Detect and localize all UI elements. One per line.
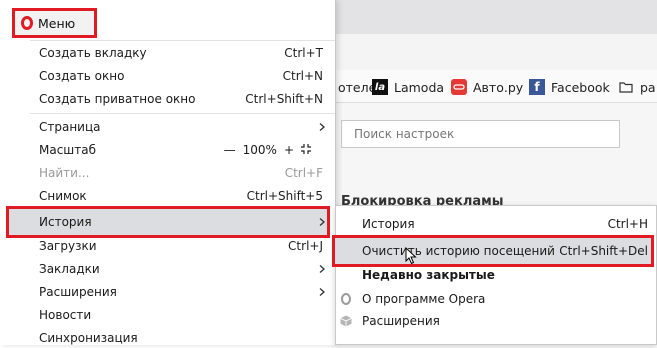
menu-item-shortcut: Ctrl+Shift+N bbox=[245, 92, 323, 106]
menu-item-label: Создать окно bbox=[39, 69, 125, 83]
zoom-control: — 100% + bbox=[224, 143, 311, 157]
submenu-heading-recently-closed: Недавно закрытые bbox=[362, 265, 648, 285]
history-submenu: История Ctrl+H Очистить историю посещени… bbox=[332, 205, 657, 345]
menu-item-zoom: Масштаб — 100% + bbox=[39, 140, 323, 160]
menu-item-shortcut: Ctrl+J bbox=[288, 239, 323, 253]
menu-divider bbox=[30, 113, 335, 114]
menu-item-bookmarks[interactable]: Закладки bbox=[39, 259, 323, 279]
menu-item-page[interactable]: Страница bbox=[39, 117, 323, 137]
menu-item-label: Загрузки bbox=[39, 239, 97, 253]
menu-item-label: Масштаб bbox=[39, 143, 97, 157]
bookmark-label: Авто.ру bbox=[473, 79, 524, 95]
menu-item-private-window[interactable]: Создать приватное окно Ctrl+Shift+N bbox=[39, 89, 323, 109]
bookmark-label: ра bbox=[640, 79, 656, 95]
menu-item-label: Расширения bbox=[39, 285, 117, 299]
bookmark-auto-ru[interactable]: Авто.ру bbox=[451, 78, 523, 96]
submenu-item-label: О программе Opera bbox=[362, 292, 486, 306]
submenu-item-shortcut: Ctrl+H bbox=[607, 217, 648, 231]
menu-item-label: Синхронизация bbox=[39, 331, 138, 345]
facebook-icon: f bbox=[529, 79, 545, 95]
chevron-right-icon bbox=[318, 123, 326, 131]
menu-button-label: Меню bbox=[38, 15, 76, 31]
menu-item-label: Закладки bbox=[39, 262, 100, 276]
folder-icon bbox=[618, 79, 634, 95]
bookmark-facebook[interactable]: f Facebook bbox=[529, 78, 610, 96]
menu-item-shortcut: Ctrl+T bbox=[284, 46, 323, 60]
submenu-item-label: Очистить историю посещений bbox=[362, 244, 555, 258]
auto-ru-icon bbox=[451, 79, 467, 95]
menu-item-label: История bbox=[39, 215, 92, 229]
lamoda-icon: la bbox=[372, 79, 388, 95]
bookmark-folder[interactable]: ра bbox=[618, 78, 656, 96]
menu-item-history[interactable]: История bbox=[39, 212, 323, 232]
chevron-right-icon bbox=[318, 265, 326, 273]
menu-item-new-window[interactable]: Создать окно Ctrl+N bbox=[39, 66, 323, 86]
bookmark-label: отеле bbox=[338, 79, 377, 95]
opera-logo-icon bbox=[21, 16, 33, 30]
menu-item-snapshot[interactable]: Снимок Ctrl+Shift+5 bbox=[39, 186, 323, 206]
submenu-item-history[interactable]: История Ctrl+H bbox=[362, 214, 648, 234]
menu-item-news[interactable]: Новости bbox=[39, 305, 323, 325]
menu-item-label: Создать приватное окно bbox=[39, 92, 196, 106]
menu-button[interactable]: Меню bbox=[12, 8, 97, 38]
chevron-right-icon bbox=[318, 218, 326, 226]
bookmark-lamoda[interactable]: la Lamoda bbox=[372, 78, 444, 96]
menu-item-shortcut: Ctrl+F bbox=[284, 166, 323, 180]
submenu-item-about-opera[interactable]: О программе Opera bbox=[362, 289, 648, 309]
menu-item-extensions[interactable]: Расширения bbox=[39, 282, 323, 302]
bookmark-item[interactable]: отеле bbox=[338, 78, 376, 96]
menu-item-shortcut: Ctrl+Shift+5 bbox=[246, 189, 323, 203]
submenu-item-shortcut: Ctrl+Shift+Del bbox=[559, 244, 648, 258]
chevron-right-icon bbox=[318, 288, 326, 296]
menu-item-label: Страница bbox=[39, 120, 101, 134]
menu-item-downloads[interactable]: Загрузки Ctrl+J bbox=[39, 236, 323, 256]
menu-item-sync[interactable]: Синхронизация bbox=[39, 328, 323, 348]
menu-item-label: Найти... bbox=[39, 166, 90, 180]
menu-item-find[interactable]: Найти... Ctrl+F bbox=[39, 163, 323, 183]
settings-search-input[interactable]: Поиск настроек bbox=[341, 120, 620, 148]
menu-item-shortcut: Ctrl+N bbox=[282, 69, 323, 83]
menu-item-label: Создать вкладку bbox=[39, 46, 147, 60]
menu-divider bbox=[30, 40, 335, 41]
submenu-item-label: Расширения bbox=[362, 314, 440, 328]
menu-item-label: Снимок bbox=[39, 189, 87, 203]
submenu-item-extensions[interactable]: Расширения bbox=[362, 311, 648, 331]
bookmark-label: Lamoda bbox=[394, 79, 445, 95]
mouse-cursor-icon bbox=[405, 246, 417, 268]
menu-item-new-tab[interactable]: Создать вкладку Ctrl+T bbox=[39, 43, 323, 63]
zoom-in-button[interactable]: + bbox=[284, 143, 294, 157]
submenu-heading-label: Недавно закрытые bbox=[362, 268, 495, 282]
submenu-item-label: История bbox=[362, 217, 415, 231]
zoom-out-button[interactable]: — bbox=[224, 143, 236, 157]
opera-main-menu: Меню Создать вкладку Ctrl+T Создать окно… bbox=[0, 0, 336, 345]
extensions-cube-icon bbox=[340, 315, 352, 327]
opera-icon bbox=[340, 293, 352, 305]
fullscreen-icon[interactable] bbox=[301, 143, 311, 157]
menu-item-label: Новости bbox=[39, 308, 92, 322]
bookmark-label: Facebook bbox=[551, 79, 610, 95]
zoom-level: 100% bbox=[242, 143, 277, 157]
